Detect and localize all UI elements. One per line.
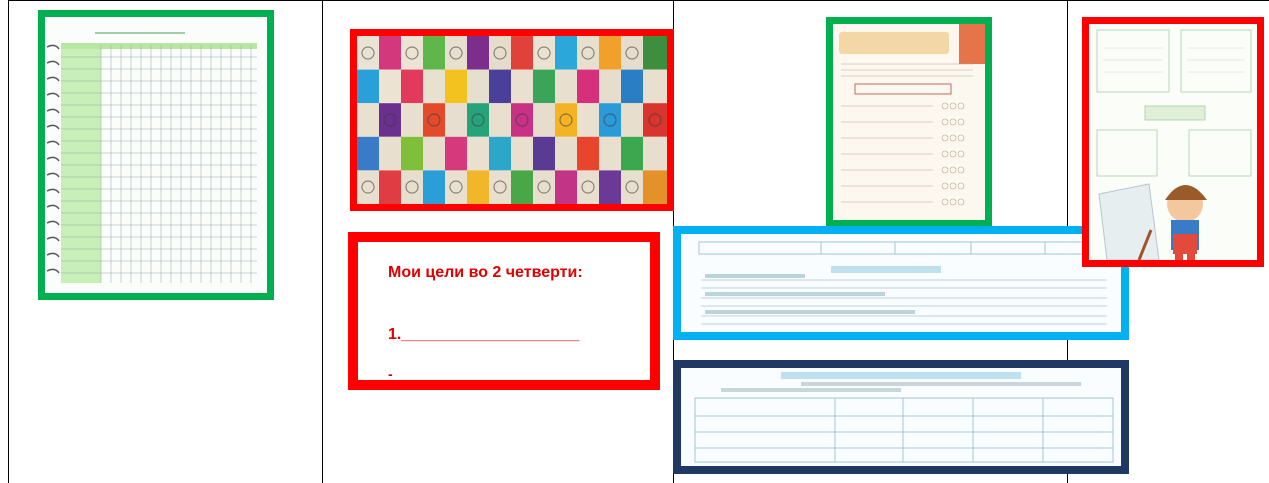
- results-table-illustration: [681, 234, 1121, 332]
- mascot-page-image: [1082, 17, 1264, 267]
- self-assessment-table-image: [673, 360, 1129, 474]
- goals-title: Мои цели во 2 четверти:: [388, 264, 583, 281]
- goals-line-1[interactable]: 1.____________________: [388, 326, 579, 344]
- goals-card: Мои цели во 2 четверти: 1.______________…: [348, 232, 660, 390]
- assessment-table-illustration: [681, 368, 1121, 466]
- notebook-page: [45, 17, 267, 293]
- table-divider-1: [322, 0, 323, 483]
- table-border-top: [8, 0, 1269, 1]
- goals-line-2[interactable]: -: [388, 366, 393, 382]
- cartoon-girl-mascot-icon: [1089, 24, 1257, 260]
- table-border-left: [8, 0, 9, 483]
- notebook-grid-illustration: [45, 17, 267, 293]
- mosaic-tiles: [357, 36, 667, 204]
- checklist-illustration: [833, 24, 985, 220]
- mascot-page: [1089, 24, 1257, 260]
- checklist-booklet-image: [826, 17, 992, 227]
- results-table: [681, 234, 1121, 332]
- assessment-table: [681, 368, 1121, 466]
- checklist-page: [833, 24, 985, 220]
- letter-tiles-mosaic-image: [350, 29, 674, 211]
- colored-tiles-icon: [357, 36, 667, 204]
- quarter-results-table-image: [673, 226, 1129, 340]
- progress-notebook-image: [38, 10, 274, 300]
